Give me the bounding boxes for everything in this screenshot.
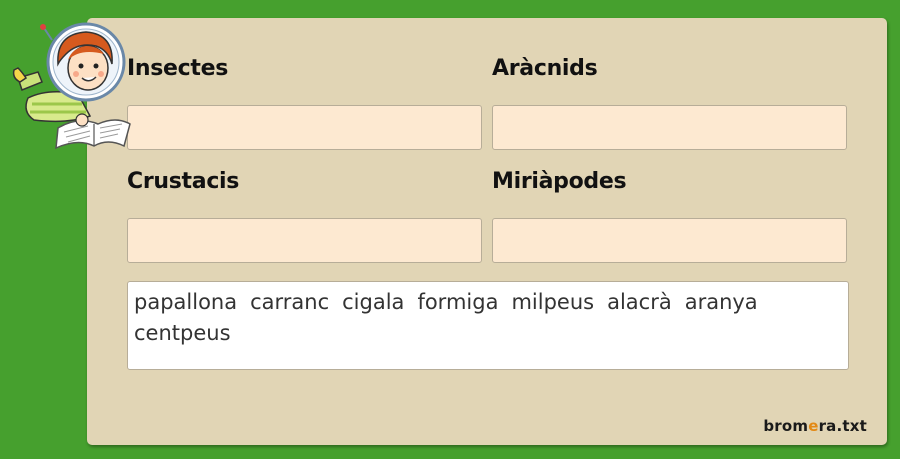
logo-text-end: ra.txt: [818, 417, 867, 435]
word-chip[interactable]: centpeus: [134, 318, 231, 349]
category-label-crustacis: Crustacis: [127, 169, 240, 194]
word-chip[interactable]: cigala: [342, 287, 404, 318]
word-chip[interactable]: carranc: [250, 287, 329, 318]
drop-box-insectes[interactable]: [127, 105, 482, 150]
word-chip[interactable]: formiga: [417, 287, 498, 318]
logo-text-start: brom: [763, 417, 809, 435]
word-chip[interactable]: milpeus: [511, 287, 594, 318]
category-label-aracnids: Aràcnids: [492, 56, 598, 81]
drop-box-miriapodes[interactable]: [492, 218, 847, 263]
word-chip[interactable]: papallona: [134, 287, 237, 318]
drop-box-crustacis[interactable]: [127, 218, 482, 263]
word-chip[interactable]: aranya: [685, 287, 758, 318]
word-chip[interactable]: alacrà: [607, 287, 672, 318]
drop-box-aracnids[interactable]: [492, 105, 847, 150]
logo-text-accent: e: [808, 417, 819, 435]
category-label-miriapodes: Miriàpodes: [492, 169, 627, 194]
word-bank[interactable]: papallona carranc cigala formiga milpeus…: [127, 281, 849, 370]
bromera-logo: bromera.txt: [763, 417, 867, 435]
activity-panel: Insectes Aràcnids Crustacis Miriàpodes p…: [87, 18, 887, 445]
category-label-insectes: Insectes: [127, 56, 229, 81]
astronaut-mascot-icon: [12, 22, 131, 150]
